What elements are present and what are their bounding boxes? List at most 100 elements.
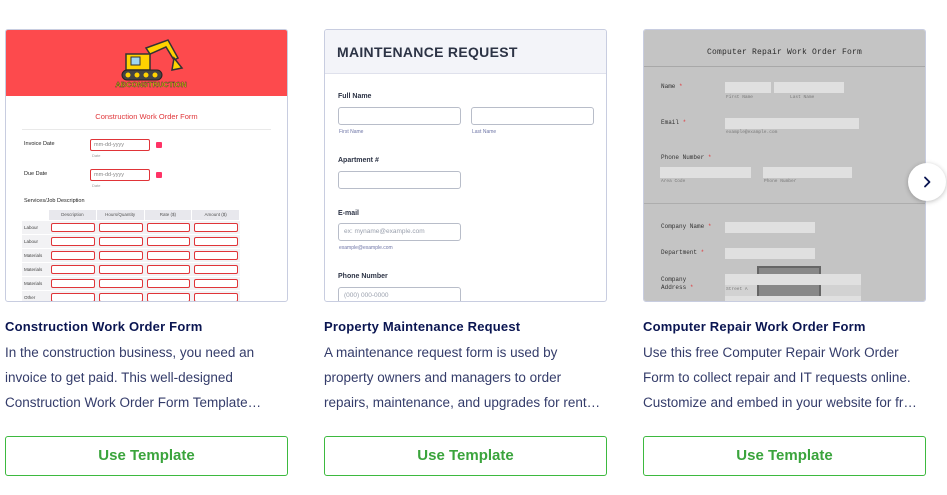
description-line: A maintenance request form is used by (324, 345, 558, 360)
card-description: In the construction business, you need a… (5, 340, 288, 415)
description-line: invoice to get paid. This well-designed (5, 370, 233, 385)
calendar-icon (156, 142, 162, 148)
use-template-button[interactable]: Use Template (324, 436, 607, 476)
last-name-input (774, 82, 844, 93)
table-cell (98, 223, 143, 232)
column-header: Rate ($) (144, 210, 192, 220)
description-line: In the construction business, you need a… (5, 345, 255, 360)
area-code-sublabel: Area Code (661, 179, 686, 184)
table-cell (51, 251, 95, 260)
table-cell (146, 279, 191, 288)
table-cell (194, 237, 238, 246)
table-cell (98, 251, 143, 260)
divider (644, 66, 925, 67)
name-label: Name * (661, 83, 683, 90)
email-label: E-mail (338, 210, 360, 217)
template-preview-thumbnail[interactable]: ABCONSTRUCTION Construction Work Order F… (5, 29, 288, 302)
calendar-icon (156, 172, 162, 178)
full-name-label: Full Name (338, 93, 372, 100)
row-label: Materials (24, 281, 43, 286)
services-table: Description Hours/Quantity Rate ($) Amou… (22, 210, 240, 301)
field-label-text: Address (661, 284, 687, 291)
template-preview-thumbnail[interactable]: Computer Repair Work Order Form Name * F… (643, 29, 926, 302)
first-name-input (725, 82, 771, 93)
last-name-sublabel: Last Name (790, 95, 815, 100)
email-label: Email * (661, 119, 686, 126)
carousel-next-button[interactable] (908, 163, 946, 201)
invoice-date-input: mm-dd-yyyy (90, 139, 150, 151)
email-input: ex: myname@example.com (338, 223, 461, 241)
table-cell (194, 251, 238, 260)
company-name-label: Company Name * (661, 223, 711, 230)
row-label: Materials (24, 253, 43, 258)
field-label-text: Email (661, 119, 680, 126)
card-title[interactable]: Construction Work Order Form (5, 319, 288, 335)
template-card-construction-work-order[interactable]: ABCONSTRUCTION Construction Work Order F… (5, 29, 288, 476)
email-sublabel: example@example.com (339, 245, 393, 251)
table-cell (51, 265, 95, 274)
template-card-property-maintenance-request[interactable]: MAINTENANCE REQUEST Full Name First Name… (324, 29, 607, 476)
required-mark: * (700, 249, 705, 256)
row-label: Materials (24, 267, 43, 272)
chevron-right-icon (924, 176, 931, 188)
last-name-sublabel: Last Name (472, 129, 497, 135)
street-sublabel: Street A (726, 287, 748, 292)
field-label-text: Company (661, 276, 687, 283)
form-header-banner: ABCONSTRUCTION (6, 30, 287, 96)
use-template-button[interactable]: Use Template (5, 436, 288, 476)
company-address-label: Company Address * (661, 276, 693, 292)
required-mark: * (682, 119, 687, 126)
table-row: Materials (22, 263, 240, 276)
required-mark: * (707, 223, 712, 230)
field-label-text: Company Name (661, 223, 705, 230)
first-name-sublabel: First Name (339, 129, 364, 135)
required-mark: * (689, 284, 694, 291)
invoice-date-label: Invoice Date (24, 141, 55, 147)
table-cell (146, 265, 191, 274)
field-label-text: Name (661, 83, 676, 90)
card-description: Use this free Computer Repair Work Order… (643, 340, 926, 415)
table-row: Materials (22, 249, 240, 262)
services-section-label: Services/Job Description (24, 198, 85, 204)
phone-number-input (763, 167, 852, 178)
last-name-input (471, 107, 594, 125)
template-card-computer-repair-work-order[interactable]: Computer Repair Work Order Form Name * F… (643, 29, 926, 476)
table-cell (146, 223, 191, 232)
row-label: Labour (24, 239, 39, 244)
description-line: Form to collect repair and IT requests o… (643, 370, 911, 385)
table-cell (98, 265, 143, 274)
column-header: Amount ($) (192, 210, 239, 220)
table-row: Labour (22, 235, 240, 248)
date-sublabel: Date (92, 183, 101, 188)
phone-input: (000) 000-0000 (338, 287, 461, 301)
row-label: Other (24, 295, 36, 300)
card-title[interactable]: Computer Repair Work Order Form (643, 319, 926, 335)
use-template-button[interactable]: Use Template (643, 436, 926, 476)
phone-number-sublabel: Phone Number (764, 179, 797, 184)
email-sublabel: example@example.com (726, 130, 778, 135)
department-input (725, 248, 815, 259)
required-mark: * (679, 83, 683, 90)
table-cell (194, 265, 238, 274)
table-cell (194, 279, 238, 288)
area-code-input (660, 167, 751, 178)
department-label: Department * (661, 249, 704, 256)
required-mark: * (707, 154, 712, 161)
first-name-sublabel: First Name (726, 95, 754, 100)
preview-form-header: MAINTENANCE REQUEST (325, 30, 606, 74)
description-line: repairs, maintenance, and upgrades for r… (324, 395, 601, 410)
card-title[interactable]: Property Maintenance Request (324, 319, 607, 335)
table-cell (98, 279, 143, 288)
preview-form-title: Construction Work Order Form (95, 112, 198, 121)
description-line: Construction Work Order Form Template… (5, 395, 262, 410)
table-cell (98, 293, 143, 301)
table-cell (51, 237, 95, 246)
table-cell (146, 237, 191, 246)
description-line: Customize and embed in your website for … (643, 395, 917, 410)
email-input (725, 118, 859, 129)
template-preview-thumbnail[interactable]: MAINTENANCE REQUEST Full Name First Name… (324, 29, 607, 302)
field-label-text: Department (661, 249, 698, 256)
table-cell (146, 251, 191, 260)
first-name-input (338, 107, 461, 125)
table-cell (98, 237, 143, 246)
